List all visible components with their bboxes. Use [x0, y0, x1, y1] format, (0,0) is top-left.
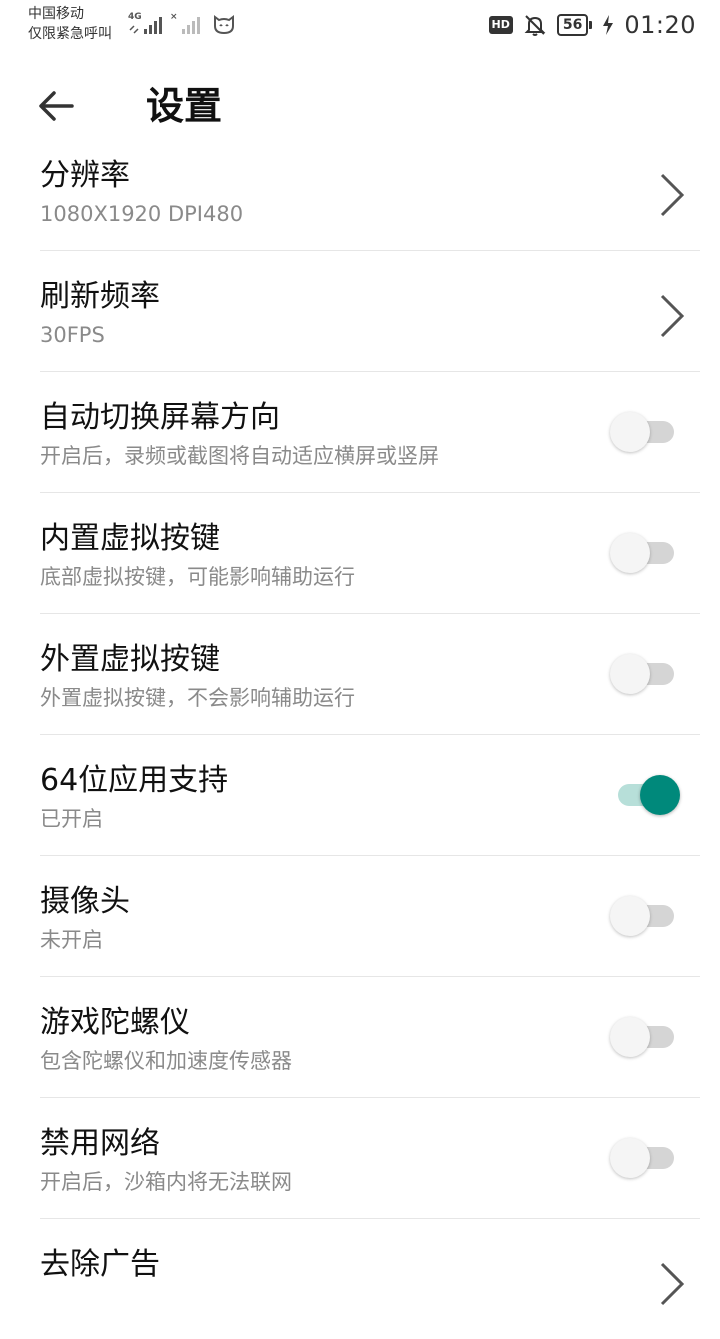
setting-disable-network[interactable]: 禁用网络 开启后，沙箱内将无法联网	[40, 1098, 700, 1219]
toggle-knob	[610, 1017, 650, 1057]
external-virtual-keys-toggle[interactable]	[610, 654, 680, 694]
clock: 01:20	[624, 11, 696, 39]
setting-camera[interactable]: 摄像头 未开启	[40, 856, 700, 977]
page-title: 设置	[146, 84, 223, 128]
settings-list: 分辨率 1080X1920 DPI480 刷新频率 30FPS 自动切换屏幕方向…	[0, 130, 720, 1339]
setting-title: 自动切换屏幕方向	[40, 400, 280, 435]
setting-title: 游戏陀螺仪	[40, 1005, 190, 1040]
setting-title: 分辨率	[40, 158, 130, 193]
camera-toggle[interactable]	[610, 896, 680, 936]
toggle-knob	[610, 896, 650, 936]
setting-subtitle: 未开启	[40, 928, 103, 952]
64bit-support-toggle[interactable]	[610, 775, 680, 815]
toggle-knob	[610, 412, 650, 452]
hd-icon: HD	[488, 16, 513, 34]
cat-face-icon	[214, 15, 234, 35]
setting-subtitle: 1080X1920 DPI480	[40, 202, 244, 226]
toggle-knob	[610, 654, 650, 694]
status-right: HD 56 01:20	[488, 8, 697, 42]
builtin-virtual-keys-toggle[interactable]	[610, 533, 680, 573]
setting-title: 内置虚拟按键	[40, 521, 220, 556]
setting-refresh-rate[interactable]: 刷新频率 30FPS	[40, 251, 700, 372]
bell-off-icon	[524, 15, 546, 36]
battery-level: 56	[556, 14, 589, 36]
battery-icon: 56	[556, 14, 593, 36]
signal-indicators: 4G ×	[128, 10, 236, 36]
setting-subtitle: 开启后，录频或截图将自动适应横屏或竖屏	[40, 444, 439, 468]
carrier-info: 中国移动 仅限紧急呼叫	[28, 4, 128, 44]
game-gyroscope-toggle[interactable]	[610, 1017, 680, 1057]
status-bar: 中国移动 仅限紧急呼叫 4G × HD 56 01:20	[0, 0, 720, 52]
setting-title: 外置虚拟按键	[40, 642, 220, 677]
setting-64bit-support[interactable]: 64位应用支持 已开启	[40, 735, 700, 856]
setting-subtitle: 包含陀螺仪和加速度传感器	[40, 1049, 292, 1073]
chevron-right-icon[interactable]	[656, 170, 686, 220]
setting-title: 摄像头	[40, 884, 130, 919]
setting-resolution[interactable]: 分辨率 1080X1920 DPI480	[40, 130, 700, 251]
chevron-right-icon[interactable]	[656, 291, 686, 341]
toggle-knob	[610, 1138, 650, 1178]
signal-4g-icon: 4G	[128, 12, 164, 36]
carrier-note: 仅限紧急呼叫	[28, 26, 112, 42]
setting-game-gyroscope[interactable]: 游戏陀螺仪 包含陀螺仪和加速度传感器	[40, 977, 700, 1098]
carrier-name: 中国移动	[28, 6, 84, 22]
setting-subtitle: 30FPS	[40, 323, 105, 347]
arrow-left-icon[interactable]	[36, 86, 76, 126]
chevron-right-icon[interactable]	[656, 1259, 686, 1309]
setting-title: 去除广告	[40, 1247, 160, 1282]
setting-subtitle: 开启后，沙箱内将无法联网	[40, 1170, 292, 1194]
setting-remove-ads[interactable]: 去除广告	[40, 1219, 700, 1339]
setting-title: 64位应用支持	[40, 763, 229, 798]
setting-builtin-virtual-keys[interactable]: 内置虚拟按键 底部虚拟按键，可能影响辅助运行	[40, 493, 700, 614]
setting-subtitle: 外置虚拟按键，不会影响辅助运行	[40, 686, 355, 710]
auto-rotate-toggle[interactable]	[610, 412, 680, 452]
setting-title: 禁用网络	[40, 1126, 160, 1161]
toggle-knob	[610, 533, 650, 573]
setting-title: 刷新频率	[40, 279, 160, 314]
charging-bolt-icon	[603, 15, 614, 35]
setting-external-virtual-keys[interactable]: 外置虚拟按键 外置虚拟按键，不会影响辅助运行	[40, 614, 700, 735]
setting-auto-rotate[interactable]: 自动切换屏幕方向 开启后，录频或截图将自动适应横屏或竖屏	[40, 372, 700, 493]
setting-subtitle: 底部虚拟按键，可能影响辅助运行	[40, 565, 355, 589]
signal-no-sim-icon: ×	[170, 12, 206, 36]
disable-network-toggle[interactable]	[610, 1138, 680, 1178]
battery-nub	[589, 21, 593, 29]
setting-subtitle: 已开启	[40, 807, 103, 831]
toggle-knob	[640, 775, 680, 815]
